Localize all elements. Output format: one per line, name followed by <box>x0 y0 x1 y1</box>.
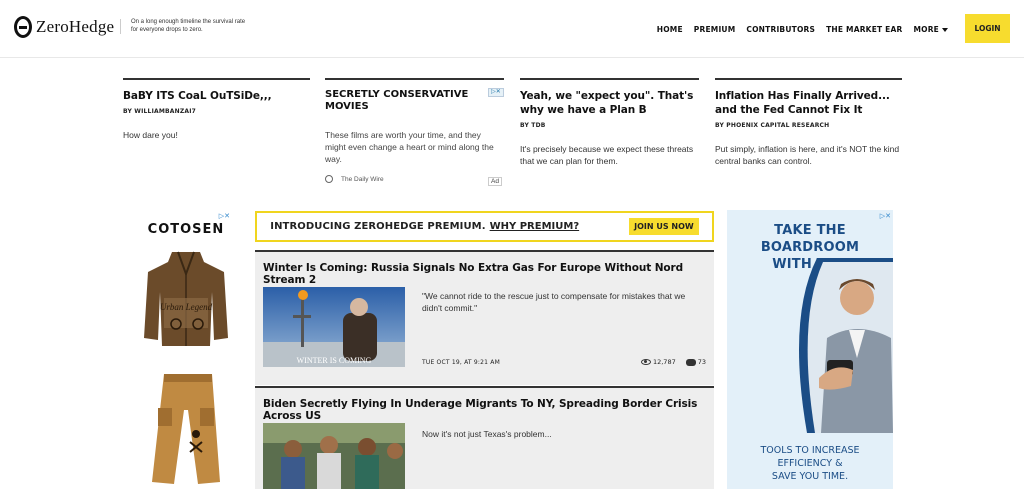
article-date: TUE OCT 19, AT 9:21 AM <box>422 359 500 366</box>
comments-value: 73 <box>697 358 706 366</box>
sponsored-teaser[interactable]: ▷✕ SECRETLY CONSERVATIVE MOVIES These fi… <box>325 78 504 188</box>
nav-more-label: MORE <box>913 25 939 34</box>
teaser-byline[interactable]: BY WILLIAMBANZAI7 <box>123 108 310 115</box>
left-ad-cotosen[interactable]: ▷✕ COTOSEN Urban Legend <box>140 210 232 489</box>
logo-mark-icon <box>14 16 32 38</box>
article-title[interactable]: Biden Secretly Flying In Underage Migran… <box>263 398 714 422</box>
premium-intro: INTRODUCING ZEROHEDGE PREMIUM. <box>270 221 486 232</box>
article-excerpt: "We cannot ride to the rescue just to co… <box>422 291 686 313</box>
chevron-down-icon <box>942 28 948 32</box>
article-stats: 12,787 73 <box>640 358 706 366</box>
adchoices-icon[interactable]: ▷✕ <box>488 88 504 97</box>
teaser-byline[interactable]: BY PHOENIX CAPITAL RESEARCH <box>715 122 902 129</box>
comment-bubble-icon <box>685 358 696 366</box>
teaser-title[interactable]: Inflation Has Finally Arrived... and the… <box>715 89 902 117</box>
nav-the-market-ear[interactable]: THE MARKET EAR <box>826 25 902 34</box>
nav-home[interactable]: HOME <box>657 25 683 34</box>
site-logo[interactable]: ZeroHedge <box>14 16 114 38</box>
adchoices-icon[interactable]: ▷✕ <box>880 212 891 220</box>
ad-headline-line: TAKE THE <box>774 223 846 238</box>
ad-headline-line: BOARDROOM <box>760 240 860 255</box>
globe-icon <box>325 175 333 183</box>
teaser-article[interactable]: BaBY ITS CoaL OuTSiDe,,, BY WILLIAMBANZA… <box>123 78 310 141</box>
teaser-excerpt: It's precisely because we expect these t… <box>520 144 694 166</box>
article-card: Winter Is Coming: Russia Signals No Extr… <box>255 250 714 385</box>
sponsored-source-name: The Daily Wire <box>341 175 384 183</box>
teaser-byline[interactable]: BY TDB <box>520 122 699 129</box>
ad-tagline-line: EFFICIENCY & <box>777 458 843 469</box>
article-excerpt: Now it's not just Texas's problem... <box>422 429 552 439</box>
site-tagline: On a long enough timeline the survival r… <box>120 19 250 34</box>
thumbnail-caption: WINTER IS COMING <box>297 356 372 365</box>
article-card: Biden Secretly Flying In Underage Migran… <box>255 386 714 489</box>
jacket-print-text: Urban Legend <box>160 302 213 312</box>
join-us-button[interactable]: JOIN US NOW <box>629 218 699 235</box>
article-title[interactable]: Winter Is Coming: Russia Signals No Extr… <box>263 262 714 286</box>
comments-count[interactable]: 73 <box>685 358 706 366</box>
nav-premium[interactable]: PREMIUM <box>694 25 736 34</box>
ad-label: Ad <box>488 177 502 186</box>
premium-banner[interactable]: INTRODUCING ZEROHEDGE PREMIUM. WHY PREMI… <box>255 211 714 242</box>
sponsored-title[interactable]: SECRETLY CONSERVATIVE MOVIES <box>325 89 475 113</box>
eye-icon <box>640 359 651 365</box>
article-thumbnail[interactable]: WINTER IS COMING <box>263 287 405 367</box>
logo-text: ZeroHedge <box>36 17 115 36</box>
teaser-excerpt: Put simply, inflation is here, and it's … <box>715 144 900 166</box>
why-premium-link[interactable]: WHY PREMIUM? <box>490 221 580 232</box>
teaser-title[interactable]: BaBY ITS CoaL OuTSiDe,,, <box>123 89 310 103</box>
sponsored-excerpt: These films are worth your time, and the… <box>325 130 494 164</box>
sponsored-source: The Daily Wire <box>325 175 504 183</box>
businessman-photo <box>799 258 893 433</box>
article-thumbnail[interactable] <box>263 423 405 489</box>
site-header: ZeroHedge On a long enough timeline the … <box>0 0 1024 58</box>
login-button[interactable]: LOGIN <box>965 14 1010 43</box>
pants-product-image <box>152 374 220 484</box>
teaser-article[interactable]: Inflation Has Finally Arrived... and the… <box>715 78 902 167</box>
adchoices-icon[interactable]: ▷✕ <box>219 212 230 220</box>
teaser-title[interactable]: Yeah, we "expect you". That's why we hav… <box>520 89 699 117</box>
ad-brand: COTOSEN <box>147 222 225 237</box>
ad-tagline-line: TOOLS TO INCREASE <box>760 445 860 456</box>
teaser-excerpt: How dare you! <box>123 130 178 140</box>
ad-tagline: TOOLS TO INCREASE EFFICIENCY & SAVE YOU … <box>727 444 893 483</box>
nav-more[interactable]: MORE <box>913 25 948 34</box>
jacket-product-image: Urban Legend <box>144 251 228 346</box>
teaser-article[interactable]: Yeah, we "expect you". That's why we hav… <box>520 78 699 167</box>
right-ad-boardroom[interactable]: ▷✕ TAKE THE BOARDROOM WITH YOU TOOLS TO … <box>727 210 893 489</box>
nav-contributors[interactable]: CONTRIBUTORS <box>746 25 815 34</box>
views-count: 12,787 <box>640 358 676 366</box>
main-nav: HOME PREMIUM CONTRIBUTORS THE MARKET EAR… <box>657 25 948 34</box>
ad-tagline-line: SAVE YOU TIME. <box>771 471 849 482</box>
views-value: 12,787 <box>652 358 676 366</box>
